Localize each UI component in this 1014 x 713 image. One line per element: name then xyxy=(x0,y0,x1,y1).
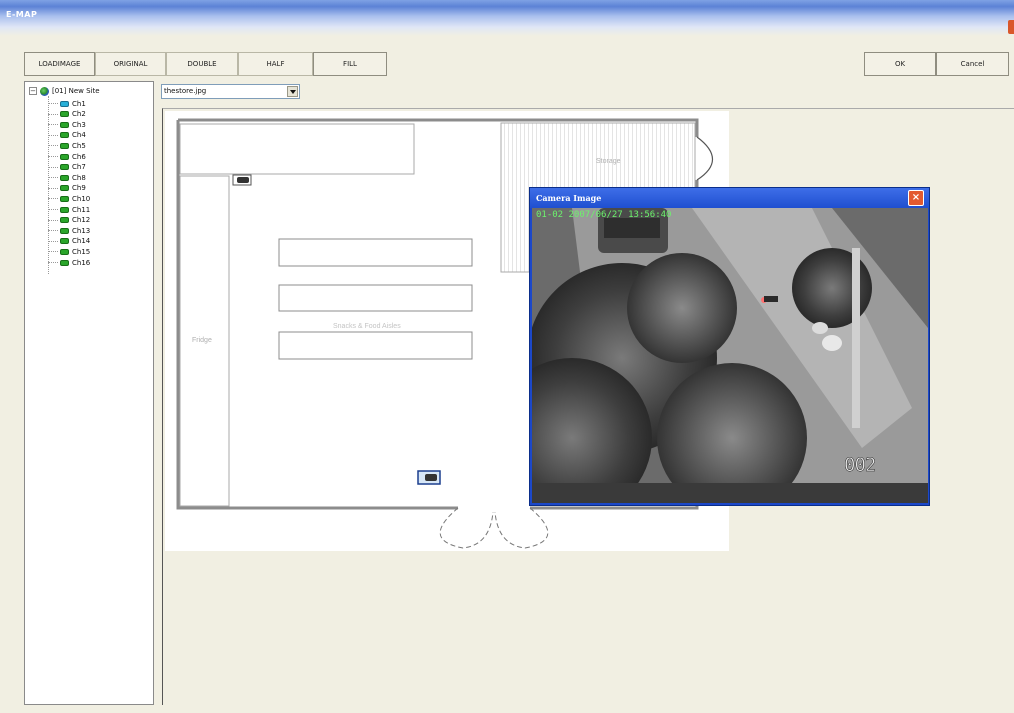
popup-title-bar[interactable]: Camera Image xyxy=(530,188,929,208)
emap-window: E-MAP LOADIMAGE ORIGINAL DOUBLE HALF FIL… xyxy=(0,0,1014,713)
popup-title: Camera Image xyxy=(536,193,602,203)
counter-block xyxy=(179,123,415,175)
aisles-label: Snacks & Food Aisles xyxy=(333,323,401,330)
fridge-label: Fridge xyxy=(192,337,212,344)
aisle-3 xyxy=(278,331,473,360)
close-icon[interactable]: × xyxy=(908,190,924,206)
map-camera-icon xyxy=(417,470,441,485)
storage-label: Storage xyxy=(596,158,621,165)
map-camera-icon xyxy=(232,174,252,186)
camera-timestamp: 01-02 2007/06/27 13:56:40 xyxy=(536,210,672,220)
camera-number: 002 xyxy=(844,454,877,477)
camera-feed: 01-02 2007/06/27 13:56:40 002 xyxy=(532,208,928,503)
aisle-1 xyxy=(278,238,473,267)
camera-image-popup[interactable]: Camera Image × 01-02 2007/06/27 13:56:40… xyxy=(529,187,930,506)
aisle-2 xyxy=(278,284,473,312)
